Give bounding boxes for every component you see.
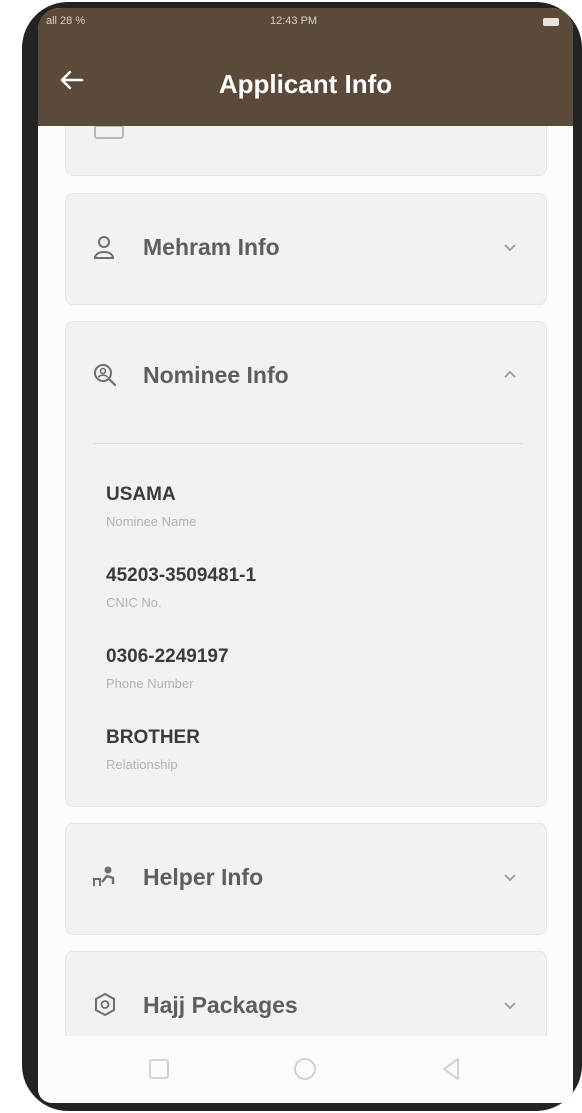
relationship-value: BROTHER [106, 727, 200, 748]
nav-triangle-icon[interactable] [438, 1056, 464, 1082]
hajj-package-icon [95, 992, 115, 1017]
page-title: Applicant Info [218, 69, 393, 99]
chevron-up-icon[interactable] [502, 366, 518, 382]
chevron-down-icon[interactable] [502, 998, 518, 1014]
system-nav-bar [38, 1036, 573, 1103]
battery-icon [543, 18, 559, 26]
status-bar: all 28 % 12:43 PM [38, 8, 573, 38]
cnic-value: 45203-3509481-1 [106, 565, 257, 586]
phone-label: Phone Number [106, 676, 194, 691]
relationship-label: Relationship [106, 757, 178, 772]
cnic-label: CNIC No. [106, 595, 162, 610]
partial-icon [94, 126, 124, 139]
card-nominee-info[interactable]: Nominee Info USAMA Nominee Name 45203-35… [65, 321, 547, 807]
nominee-name-value: USAMA [106, 484, 176, 505]
search-user-icon [94, 364, 117, 387]
nominee-name-label: Nominee Name [106, 514, 197, 529]
chevron-down-icon[interactable] [502, 240, 518, 256]
content-scroll[interactable]: Mehram Info Nominee Info USAMA Nominee N… [38, 126, 573, 1036]
nav-circle-icon[interactable] [292, 1056, 318, 1082]
nav-square-icon[interactable] [146, 1056, 172, 1082]
person-icon [93, 236, 115, 259]
hajj-packages-label: Hajj Packages [143, 992, 298, 1018]
status-signal: all 28 % [46, 15, 86, 27]
nominee-divider [93, 443, 523, 444]
card-hajj-packages[interactable]: Hajj Packages [65, 951, 547, 1036]
chevron-down-icon[interactable] [502, 870, 518, 886]
app-bar: Applicant Info [38, 38, 573, 126]
card-partial-top[interactable] [65, 126, 547, 176]
card-mehram-info[interactable]: Mehram Info [65, 193, 547, 305]
screen: all 28 % 12:43 PM Applicant Info Mehram … [38, 8, 573, 1103]
status-time: 12:43 PM [270, 15, 318, 27]
helper-icon [93, 866, 115, 886]
nominee-info-label: Nominee Info [143, 362, 289, 388]
phone-value: 0306-2249197 [106, 646, 229, 667]
card-helper-info[interactable]: Helper Info [65, 823, 547, 935]
helper-info-label: Helper Info [143, 864, 264, 890]
mehram-info-label: Mehram Info [143, 234, 280, 260]
